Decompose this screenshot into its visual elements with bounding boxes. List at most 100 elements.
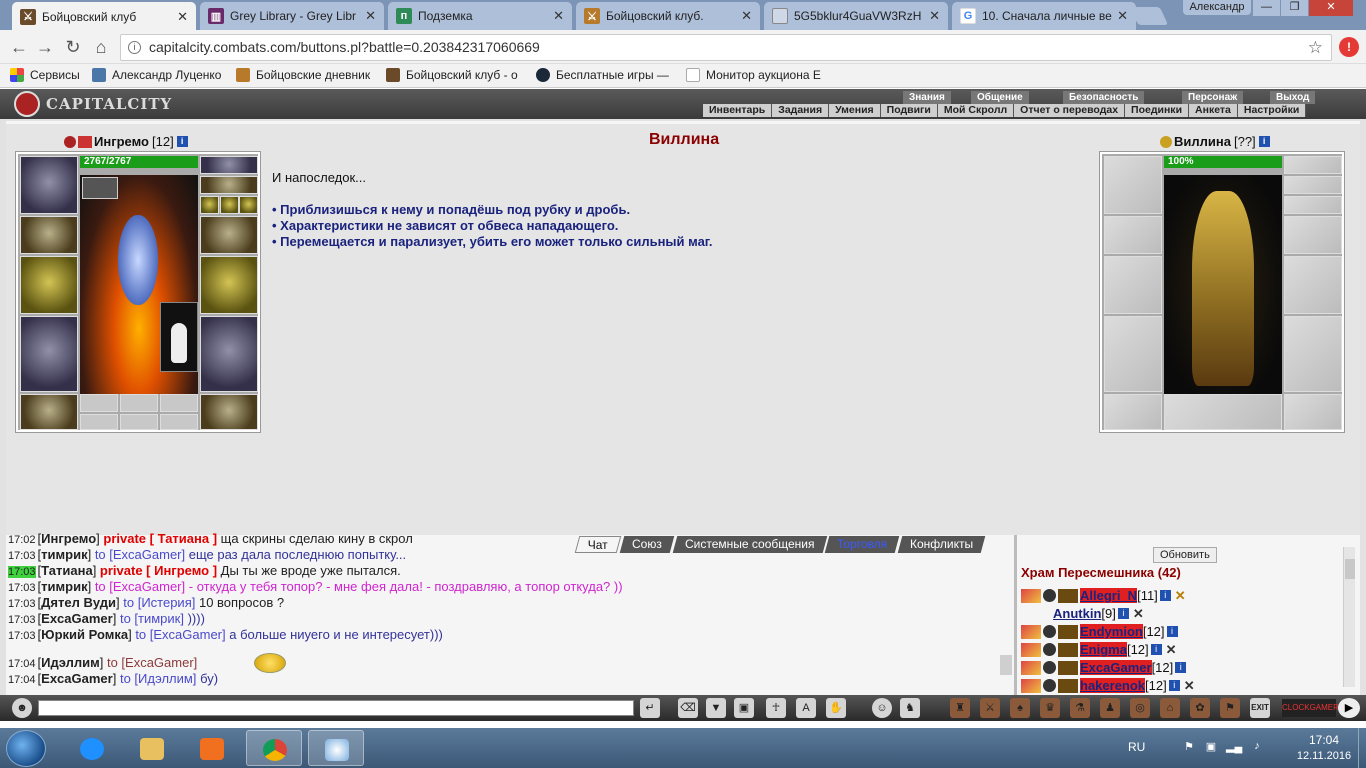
- potion-icon[interactable]: ⚗: [1070, 698, 1090, 718]
- tab-trade[interactable]: Торговля: [824, 536, 900, 553]
- clan-icon[interactable]: [1058, 624, 1078, 639]
- pet-cat-image[interactable]: [160, 302, 198, 372]
- private-arrow-icon[interactable]: [1021, 678, 1041, 693]
- user-name[interactable]: Anutkin: [1053, 606, 1101, 621]
- legs-slot[interactable]: [200, 316, 258, 392]
- clock-date[interactable]: 12.11.2016: [1288, 750, 1360, 762]
- eraser-icon[interactable]: ⌫: [678, 698, 698, 718]
- tab-fight-club[interactable]: ⚔ Бойцовский клуб ✕: [12, 2, 196, 31]
- filter-icon[interactable]: ▼: [706, 698, 726, 718]
- helmet-slot[interactable]: [20, 156, 78, 214]
- chat-author[interactable]: тимрик: [41, 579, 87, 594]
- clock-widget[interactable]: CLOCKGAMER: [1282, 699, 1339, 717]
- chat-time[interactable]: 17:03: [8, 550, 36, 562]
- chat-to-target[interactable]: to [ExcaGamer]: [95, 579, 185, 594]
- boots-slot[interactable]: [200, 394, 258, 430]
- chat-time[interactable]: 17:02: [8, 534, 36, 546]
- address-bar[interactable]: i capitalcity.combats.com/buttons.pl?bat…: [120, 34, 1332, 61]
- tab-union[interactable]: Союз: [619, 536, 675, 553]
- user-name[interactable]: hakerenok: [1080, 678, 1146, 693]
- user-name[interactable]: Allegri_N: [1080, 588, 1138, 603]
- bookmark-fight-club[interactable]: Бойцовский клуб - о: [386, 68, 518, 82]
- info-icon[interactable]: i: [128, 41, 141, 54]
- group-icon[interactable]: ♟: [1100, 698, 1120, 718]
- hand-icon[interactable]: ✋: [826, 698, 846, 718]
- minimize-icon[interactable]: —: [1253, 0, 1280, 16]
- window-close-icon[interactable]: ✕: [1309, 0, 1353, 16]
- amulet-slot[interactable]: [200, 176, 258, 194]
- earring-slot[interactable]: [200, 156, 258, 174]
- submenu-skills[interactable]: Умения: [829, 104, 881, 117]
- chat-to-target[interactable]: to [тимрик]: [120, 611, 184, 626]
- private-arrow-icon[interactable]: [1021, 660, 1041, 675]
- tab-fight-club-2[interactable]: ⚔ Бойцовский клуб. ✕: [576, 2, 760, 30]
- private-arrow-icon[interactable]: [1021, 642, 1041, 657]
- volume-icon[interactable]: ♪: [1250, 740, 1264, 754]
- tab-chat[interactable]: Чат: [574, 536, 622, 553]
- head-icon[interactable]: ☻: [12, 698, 32, 718]
- bookmark-vk[interactable]: Александр Луценко: [92, 68, 221, 82]
- chat-to-target[interactable]: to [ExcaGamer]: [95, 547, 185, 562]
- chat-to-target[interactable]: to [Истерия]: [123, 595, 195, 610]
- info-icon[interactable]: i: [1258, 136, 1270, 147]
- bracers-slot[interactable]: [20, 216, 78, 254]
- bookmark-auction[interactable]: Монитор аукциона Е: [686, 68, 821, 82]
- paint-taskbar-icon[interactable]: [308, 730, 364, 766]
- tab-image[interactable]: 5G5bklur4GuaVW3RzH ✕: [764, 2, 948, 30]
- online-scrollbar[interactable]: [1343, 547, 1355, 687]
- chat-time[interactable]: 17:03: [8, 598, 36, 610]
- tab-grey-library[interactable]: ▥ Grey Library - Grey Libr ✕: [200, 2, 384, 30]
- chat-private-target[interactable]: private [ Ингремо ]: [100, 563, 217, 578]
- buff-icon[interactable]: [82, 177, 118, 199]
- enemy-avatar[interactable]: [1164, 175, 1282, 394]
- clan-icon[interactable]: ♛: [1040, 698, 1060, 718]
- chat-author[interactable]: Юркий Ромка: [41, 627, 128, 642]
- submenu-scroll[interactable]: Мой Скролл: [938, 104, 1015, 117]
- chat-time[interactable]: 17:03: [8, 566, 36, 578]
- user-name[interactable]: ExcaGamer: [1080, 660, 1152, 675]
- refresh-button[interactable]: Обновить: [1153, 547, 1217, 563]
- clan-icon[interactable]: [1058, 678, 1078, 693]
- bag-icon[interactable]: ♠: [1010, 698, 1030, 718]
- ie-taskbar-icon[interactable]: [64, 730, 120, 766]
- private-arrow-icon[interactable]: [1021, 588, 1041, 603]
- reload-icon[interactable]: ↻: [62, 36, 84, 58]
- info-icon[interactable]: i: [1150, 644, 1162, 655]
- submenu-profile[interactable]: Анкета: [1189, 104, 1238, 117]
- maximize-icon[interactable]: ❐: [1281, 0, 1308, 16]
- sword-icon[interactable]: ⚔: [980, 698, 1000, 718]
- user-name[interactable]: Enigma: [1080, 642, 1127, 657]
- player-name[interactable]: Ингремо: [94, 134, 149, 149]
- chat-author[interactable]: Татиана: [41, 563, 93, 578]
- show-desktop-button[interactable]: [1358, 728, 1366, 768]
- submenu-duels[interactable]: Поединки: [1125, 104, 1190, 117]
- info-icon[interactable]: i: [1166, 626, 1178, 637]
- chrome-taskbar-icon[interactable]: [246, 730, 302, 766]
- menu-security[interactable]: Безопасность: [1063, 91, 1145, 104]
- offhand-slot[interactable]: [200, 256, 258, 314]
- chat-time[interactable]: 17:03: [8, 630, 36, 642]
- clan-icon[interactable]: [1058, 660, 1078, 675]
- exit-button[interactable]: EXIT: [1250, 698, 1270, 718]
- close-icon[interactable]: ✕: [929, 8, 940, 24]
- paw-icon[interactable]: ✿: [1190, 698, 1210, 718]
- menu-character[interactable]: Персонаж: [1182, 91, 1244, 104]
- private-arrow-icon[interactable]: [1021, 624, 1041, 639]
- clock-time[interactable]: 17:04: [1298, 733, 1350, 747]
- info-icon[interactable]: i: [1168, 680, 1180, 691]
- armor-slot[interactable]: [20, 316, 78, 392]
- weapon-slot[interactable]: [20, 256, 78, 314]
- clan-icon[interactable]: [1058, 588, 1078, 603]
- chat-to-target[interactable]: to [ExcaGamer]: [135, 627, 225, 642]
- scroll-icon[interactable]: ♜: [950, 698, 970, 718]
- rune-slot-6[interactable]: [160, 414, 198, 430]
- flag-icon[interactable]: ⚑: [1182, 740, 1196, 754]
- bookmark-free-games[interactable]: Бесплатные игры —: [536, 68, 669, 82]
- chat-time[interactable]: 17:04: [8, 674, 36, 686]
- info-icon[interactable]: i: [176, 136, 188, 147]
- menu-exit[interactable]: Выход: [1270, 91, 1316, 104]
- network-icon[interactable]: ▂▄: [1226, 740, 1242, 754]
- chat-time[interactable]: 17:03: [8, 614, 36, 626]
- info-icon[interactable]: i: [1117, 608, 1129, 619]
- info-icon[interactable]: i: [1159, 590, 1171, 601]
